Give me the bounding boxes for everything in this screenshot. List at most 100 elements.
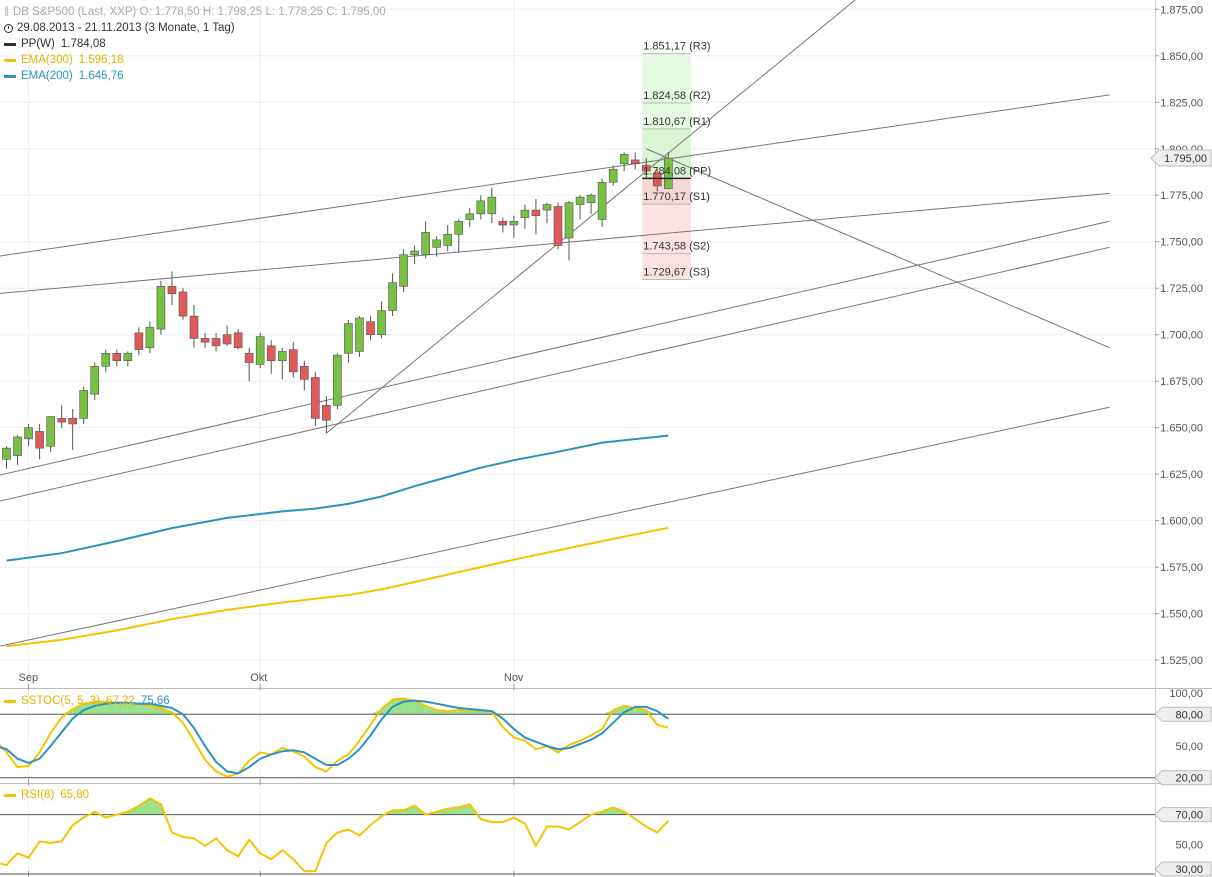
candle-body (333, 354, 342, 406)
price-tick-label: 1.650,00 (1160, 423, 1203, 435)
pivot-level-label: 1.851,17 (R3) (643, 41, 710, 53)
pivot-level-label: 1.743,58 (S2) (643, 241, 710, 253)
last-price-tag: 1.795,00 (1150, 149, 1212, 167)
candle-body (553, 206, 563, 246)
candle (288, 342, 298, 378)
candle-body (597, 181, 607, 220)
candle-body (233, 332, 243, 349)
candle-body (498, 220, 508, 226)
candle-body (145, 326, 155, 349)
price-tick-label: 1.600,00 (1160, 516, 1203, 528)
ema-lines (6, 434, 669, 648)
legend-period-row: 29.08.2013 - 21.11.2013 (3 Monate, 1 Tag… (4, 20, 386, 36)
candle (300, 360, 309, 391)
candle (355, 316, 364, 358)
candle (222, 325, 232, 346)
trendlines (0, 0, 1110, 647)
candle (619, 152, 629, 172)
candle-body (2, 447, 11, 460)
stoch-k-value: 67,22 (106, 695, 135, 707)
candle (101, 349, 111, 372)
candle-body (509, 220, 519, 226)
candle (266, 340, 276, 374)
candle (189, 304, 199, 348)
candle-body (134, 332, 144, 350)
candle-body (255, 336, 265, 365)
stoch-swatch (4, 699, 16, 703)
pivot-level-label: 1.810,67 (R1) (643, 116, 710, 128)
legend-title-row: ∥ DB S&P500 (Last, XXP) O: 1.778,50 H: 1… (4, 4, 386, 20)
candle-body (564, 202, 574, 239)
pivot-level-label: 1.824,58 (R2) (643, 90, 710, 102)
legend-pp-label: PP(W) (21, 38, 55, 50)
candle-body (421, 232, 430, 256)
candle (2, 446, 11, 469)
candle-body (366, 321, 375, 336)
candle-body (630, 159, 640, 164)
candle-body (586, 194, 596, 203)
price-tick-label: 1.850,00 (1160, 51, 1203, 63)
candle-body (156, 286, 166, 330)
legend-ema200-label: EMA(200) (21, 70, 73, 82)
main-legend: ∥ DB S&P500 (Last, XXP) O: 1.778,50 H: 1… (4, 4, 386, 84)
candle (410, 245, 419, 265)
candle-body (167, 286, 177, 295)
ema300-line (6, 526, 669, 648)
rsi-title: RSI(8) (21, 789, 55, 801)
stoch-tick-label: 100,00 (1169, 688, 1203, 700)
candle-body (13, 436, 22, 456)
candle (388, 273, 397, 317)
candle (531, 198, 541, 235)
candle (333, 353, 342, 410)
candle (13, 435, 22, 465)
candle (421, 221, 430, 259)
stoch-level-label: 80,00 (1175, 709, 1203, 721)
candle (211, 332, 221, 352)
candle-body (311, 377, 320, 419)
stoch-level-label: 20,00 (1175, 773, 1203, 785)
candle (233, 329, 243, 350)
rsi-legend[interactable]: RSI(8) 65,80 (4, 789, 89, 801)
pp-swatch (4, 42, 16, 46)
candle (344, 319, 353, 363)
stoch-level-tag: 20,00 (1154, 770, 1212, 786)
pivot-level-label: 1.784,08 (PP) (643, 165, 711, 177)
legend-ema300-label: EMA(300) (21, 54, 73, 66)
legend-pp-row[interactable]: PP(W) 1.784,08 (4, 36, 386, 52)
candle-body (465, 213, 475, 220)
candle-body (46, 416, 55, 447)
candle (564, 200, 574, 261)
candle-body (24, 427, 33, 440)
candle-body (79, 390, 89, 419)
candle-body (520, 209, 530, 218)
stoch-legend[interactable]: SSTOC(5, 5, 3) 67,22 75,66 (4, 695, 170, 707)
stoch-title: SSTOC(5, 5, 3) (21, 695, 101, 707)
stoch-d-value: 75,66 (140, 695, 170, 707)
pivot-level-label: 1.770,17 (S1) (643, 191, 710, 203)
rsi-level-label: 30,00 (1175, 864, 1203, 876)
candle (134, 327, 144, 356)
candle (399, 249, 408, 292)
legend-ema300-row[interactable]: EMA(300) 1.596,18 (4, 52, 386, 68)
candle (311, 371, 320, 426)
candle-body (123, 352, 133, 362)
candle (377, 301, 386, 339)
candle (90, 362, 100, 400)
candle-body (222, 334, 232, 345)
candle (597, 178, 607, 227)
month-label: Nov (504, 672, 524, 684)
clock-icon (4, 23, 13, 33)
legend-period: 29.08.2013 - 21.11.2013 (3 Monate, 1 Tag… (17, 22, 235, 34)
candle-body (344, 323, 353, 354)
last-price-label: 1.795,00 (1164, 153, 1207, 165)
candle (35, 423, 44, 460)
legend-ema200-row[interactable]: EMA(200) 1.645,76 (4, 68, 386, 84)
price-tick-label: 1.700,00 (1160, 330, 1203, 342)
candle-body (211, 338, 221, 347)
candle (79, 386, 89, 424)
price-tick-label: 1.875,00 (1160, 4, 1203, 16)
candle-body (90, 366, 100, 395)
pivot-level-label: 1.729,67 (S3) (643, 267, 710, 279)
candle (244, 347, 254, 382)
candle (487, 187, 497, 224)
